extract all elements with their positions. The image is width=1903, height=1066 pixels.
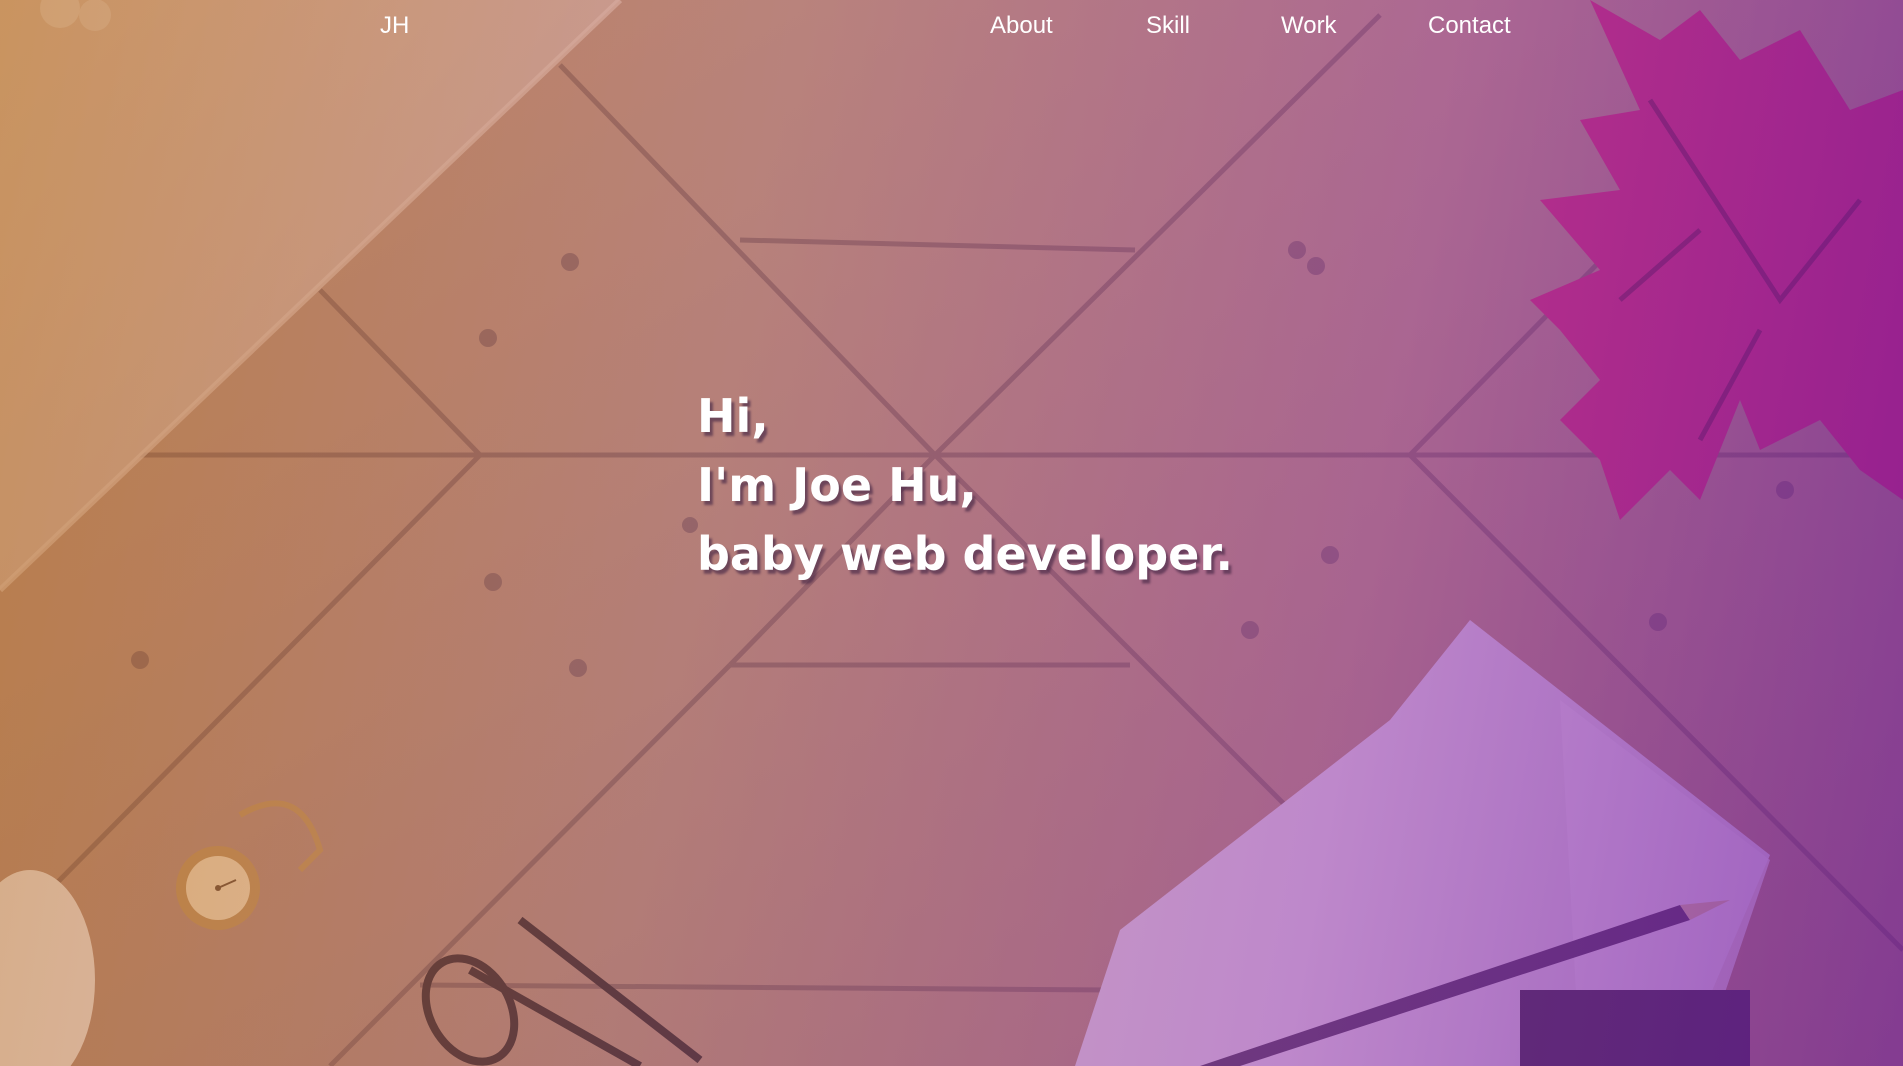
nav-link-work[interactable]: Work bbox=[1281, 12, 1428, 40]
headline-name: I'm Joe Hu, bbox=[697, 458, 977, 512]
nav-link-skill[interactable]: Skill bbox=[1146, 12, 1281, 40]
nav-link-about[interactable]: About bbox=[990, 12, 1146, 40]
hero-headline: Hi, I'm Joe Hu, baby web developer. bbox=[697, 382, 1233, 589]
nav-link-contact[interactable]: Contact bbox=[1428, 12, 1548, 40]
hero-section: JH About Skill Work Contact Hi, I'm Joe … bbox=[0, 0, 1903, 1066]
top-navigation: JH About Skill Work Contact bbox=[0, 0, 1903, 54]
headline-greeting: Hi, bbox=[697, 389, 769, 443]
nav-links: About Skill Work Contact bbox=[990, 12, 1548, 40]
logo-link[interactable]: JH bbox=[380, 12, 409, 40]
headline-role: baby web developer. bbox=[697, 527, 1233, 581]
